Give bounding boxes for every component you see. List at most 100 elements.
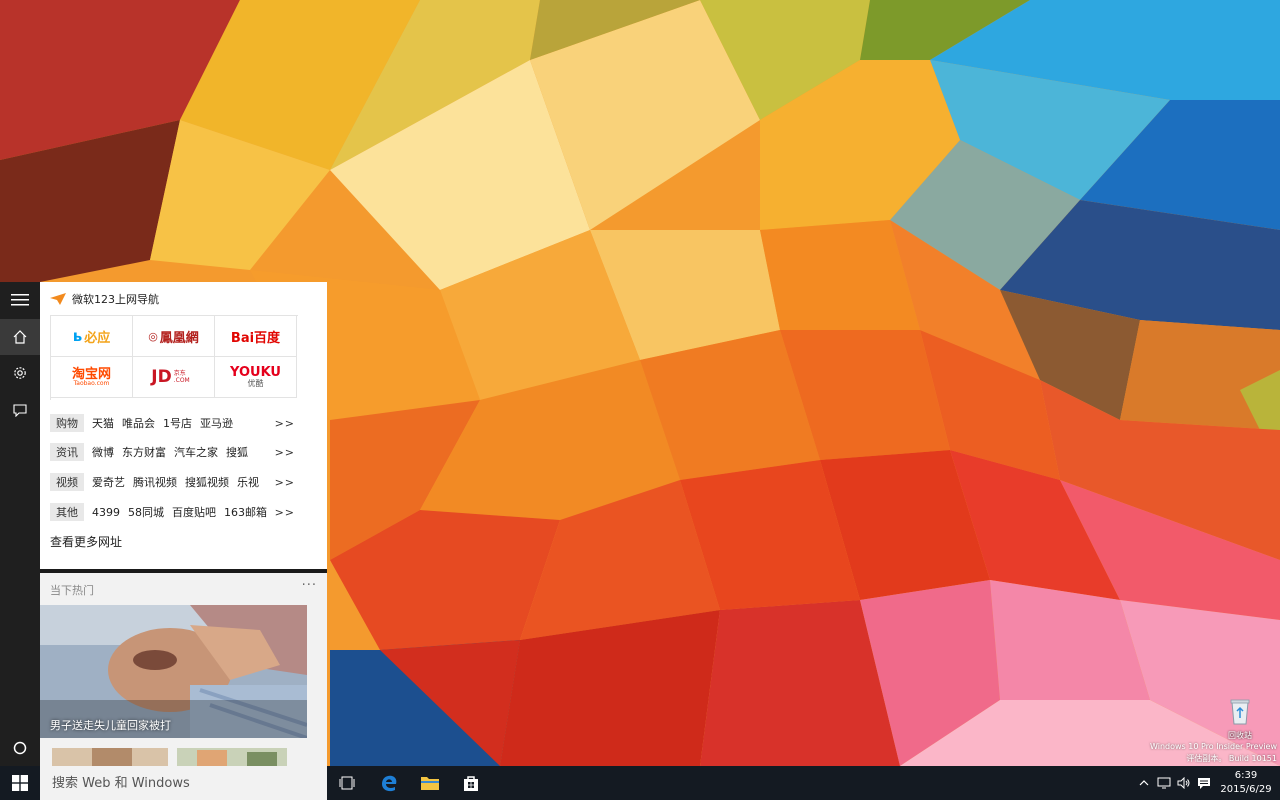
bing-logo-link[interactable]: ь 必应 <box>51 316 133 357</box>
folder-icon <box>421 777 439 790</box>
bing-label: 必应 <box>84 330 111 346</box>
task-view-icon <box>339 776 355 790</box>
windows-logo-icon <box>12 775 28 791</box>
show-hidden-icons-button[interactable] <box>1137 766 1151 800</box>
volume-button[interactable] <box>1175 766 1193 800</box>
nav-header: 微软123上网导航 <box>50 290 159 308</box>
edge-browser-button[interactable] <box>369 766 409 800</box>
category-link[interactable]: 乐视 <box>237 474 259 490</box>
file-explorer-button[interactable] <box>410 766 450 800</box>
watermark-build: 评估副本。 Build 10151 <box>1186 754 1277 763</box>
build-watermark: Windows 10 Pro Insider Preview 评估副本。 Bui… <box>1150 741 1277 765</box>
network-icon <box>1157 777 1171 789</box>
store-button[interactable] <box>451 766 491 800</box>
category-link[interactable]: 163邮箱 <box>224 504 267 520</box>
hamburger-icon <box>11 294 29 306</box>
paper-plane-icon <box>50 293 66 305</box>
store-bag-icon <box>464 776 478 791</box>
start-button[interactable] <box>0 766 40 800</box>
category-link[interactable]: 爱奇艺 <box>92 474 125 490</box>
network-button[interactable] <box>1155 766 1173 800</box>
youku-sub: 优酷 <box>247 378 264 388</box>
nav-card: 微软123上网导航 ь 必应 ◎ 鳳凰網 Bai百度 淘宝网 Taobao.co… <box>40 282 327 569</box>
cortana-button[interactable] <box>0 730 40 766</box>
ifeng-icon: ◎ <box>148 329 158 343</box>
hot-news-card[interactable]: 男子送走失儿童回家被打 <box>40 605 307 738</box>
category-link[interactable]: 百度贴吧 <box>172 504 216 520</box>
settings-button[interactable] <box>0 355 40 391</box>
category-row-news: 资讯 微博 东方财富 汽车之家 搜狐 >> <box>50 442 297 462</box>
youku-label: YOUKU <box>230 364 281 380</box>
jd-sub: 京东 .COM <box>173 370 190 384</box>
category-tag: 资讯 <box>50 443 84 461</box>
hamburger-menu-button[interactable] <box>0 282 40 318</box>
ifeng-label: 鳳凰網 <box>159 330 199 346</box>
category-link[interactable]: 腾讯视频 <box>133 474 177 490</box>
category-row-video: 视频 爱奇艺 腾讯视频 搜狐视频 乐视 >> <box>50 472 297 492</box>
category-more-button[interactable]: >> <box>275 476 295 489</box>
category-link[interactable]: 亚马逊 <box>200 415 233 431</box>
category-link[interactable]: 搜狐视频 <box>185 474 229 490</box>
news-thumbnail[interactable] <box>177 748 287 766</box>
recycle-bin[interactable]: 回收站 <box>1220 698 1260 741</box>
bing-icon: ь <box>72 327 83 345</box>
category-link[interactable]: 4399 <box>92 506 120 519</box>
gear-icon <box>14 367 26 379</box>
youku-logo-link[interactable]: YOUKU 优酷 <box>215 357 297 398</box>
category-link[interactable]: 微博 <box>92 444 114 460</box>
category-row-shopping: 购物 天猫 唯品会 1号店 亚马逊 >> <box>50 413 297 433</box>
category-tag: 视频 <box>50 473 84 491</box>
hot-news-caption: 男子送走失儿童回家被打 <box>50 719 171 732</box>
taskbar: 6:39 2015/6/29 <box>0 766 1280 800</box>
category-link[interactable]: 唯品会 <box>122 415 155 431</box>
taskbar-search-box[interactable] <box>40 766 327 800</box>
section-divider <box>40 569 327 573</box>
clock-date: 2015/6/29 <box>1220 784 1272 795</box>
clock-time: 6:39 <box>1234 770 1258 781</box>
cortana-rail <box>0 282 40 766</box>
action-center-button[interactable] <box>1195 766 1213 800</box>
jd-logo-link[interactable]: JD 京东 .COM <box>133 357 215 398</box>
category-row-other: 其他 4399 58同城 百度贴吧 163邮箱 >> <box>50 502 297 522</box>
category-more-button[interactable]: >> <box>275 506 295 519</box>
hot-section-title: 当下热门 <box>50 584 94 597</box>
category-link[interactable]: 搜狐 <box>226 444 248 460</box>
jd-label: JD <box>151 367 172 387</box>
baidu-label: Bai百度 <box>230 330 281 346</box>
site-logo-grid: ь 必应 ◎ 鳳凰網 Bai百度 淘宝网 Taobao.com JD 京东 .C… <box>50 315 298 400</box>
more-sites-link[interactable]: 查看更多网址 <box>50 533 122 550</box>
news-thumbnail[interactable] <box>52 748 168 766</box>
more-options-button[interactable]: ··· <box>302 578 317 593</box>
category-link[interactable]: 1号店 <box>163 415 192 431</box>
ifeng-logo-link[interactable]: ◎ 鳳凰網 <box>133 316 215 357</box>
chevron-up-icon <box>1139 780 1149 786</box>
cortana-panel: 微软123上网导航 ь 必应 ◎ 鳳凰網 Bai百度 淘宝网 Taobao.co… <box>40 282 327 766</box>
news-thumbnail-image <box>177 748 287 766</box>
edge-icon <box>382 775 397 792</box>
notification-icon <box>1198 777 1210 789</box>
taobao-logo-link[interactable]: 淘宝网 Taobao.com <box>51 357 133 398</box>
baidu-logo-link[interactable]: Bai百度 <box>215 316 297 357</box>
clock[interactable]: 6:39 2015/6/29 <box>1220 769 1272 797</box>
category-link[interactable]: 58同城 <box>128 504 164 520</box>
cortana-circle-icon <box>13 741 27 755</box>
taobao-sub: Taobao.com <box>73 379 110 387</box>
recycle-bin-label: 回收站 <box>1228 731 1252 740</box>
category-more-button[interactable]: >> <box>275 446 295 459</box>
task-view-button[interactable] <box>327 766 367 800</box>
recycle-bin-icon <box>1230 699 1250 725</box>
category-link[interactable]: 汽车之家 <box>174 444 218 460</box>
category-tag: 购物 <box>50 414 84 432</box>
news-thumbnail-image <box>52 748 168 766</box>
search-input[interactable] <box>50 774 324 792</box>
home-icon <box>13 330 27 344</box>
feedback-button[interactable] <box>0 392 40 428</box>
category-link[interactable]: 东方财富 <box>122 444 166 460</box>
nav-title: 微软123上网导航 <box>72 293 159 306</box>
category-tag: 其他 <box>50 503 84 521</box>
watermark-edition: Windows 10 Pro Insider Preview <box>1149 742 1277 751</box>
category-link[interactable]: 天猫 <box>92 415 114 431</box>
feedback-icon <box>13 404 27 417</box>
home-button[interactable] <box>0 319 40 355</box>
category-more-button[interactable]: >> <box>275 417 295 430</box>
